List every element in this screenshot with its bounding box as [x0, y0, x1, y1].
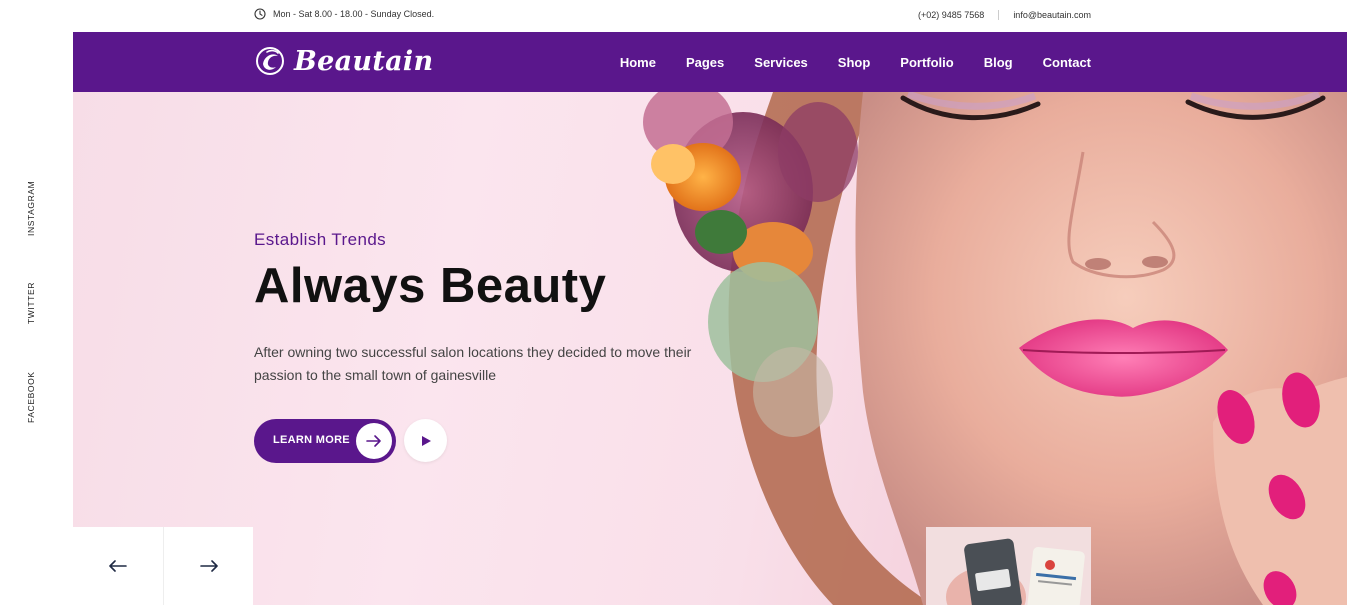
nav-item-home[interactable]: Home	[620, 55, 656, 70]
social-links: INSTAGRAM TWITTER FACEBOOK	[26, 0, 44, 605]
opening-hours: Mon - Sat 8.00 - 18.00 - Sunday Closed.	[254, 8, 434, 20]
nav-item-portfolio[interactable]: Portfolio	[900, 55, 953, 70]
main-navbar: Beautain Home Pages Services Shop Portfo…	[73, 32, 1347, 92]
phone-link[interactable]: (+02) 9485 7568	[918, 10, 984, 20]
nav-item-pages[interactable]: Pages	[686, 55, 724, 70]
arrow-right-icon	[356, 423, 392, 459]
skincare-products-image	[926, 527, 1091, 605]
twitter-link[interactable]: TWITTER	[26, 282, 36, 324]
divider	[998, 10, 1000, 20]
hero-headline: Always Beauty	[254, 259, 607, 313]
brand-name: Beautain	[294, 45, 434, 77]
logo-face-icon	[256, 47, 284, 75]
play-video-button[interactable]	[404, 419, 447, 462]
nav-item-blog[interactable]: Blog	[984, 55, 1013, 70]
learn-more-button[interactable]: LEARN MORE	[254, 419, 396, 463]
slider-next-button[interactable]	[163, 527, 253, 605]
slider-prev-button[interactable]	[73, 527, 163, 605]
product-thumbnail[interactable]	[926, 527, 1091, 605]
brand-logo[interactable]: Beautain	[254, 45, 433, 77]
slider-nav	[73, 527, 253, 605]
instagram-link[interactable]: INSTAGRAM	[26, 181, 36, 236]
arrow-left-icon	[109, 560, 127, 572]
facebook-link[interactable]: FACEBOOK	[26, 371, 36, 423]
arrow-right-icon	[199, 560, 218, 572]
email-link[interactable]: info@beautain.com	[1013, 10, 1091, 20]
learn-more-label: LEARN MORE	[273, 434, 350, 446]
clock-icon	[254, 8, 266, 20]
hours-text: Mon - Sat 8.00 - 18.00 - Sunday Closed.	[273, 9, 435, 19]
nav-item-contact[interactable]: Contact	[1043, 55, 1091, 70]
top-info-bar: Mon - Sat 8.00 - 18.00 - Sunday Closed. …	[0, 0, 1347, 32]
nav-item-services[interactable]: Services	[754, 55, 808, 70]
hero-section: Establish Trends Always Beauty After own…	[73, 92, 1347, 605]
hero-eyebrow: Establish Trends	[254, 230, 387, 249]
contact-info: (+02) 9485 7568 info@beautain.com	[918, 10, 1091, 20]
hero-description: After owning two successful salon locati…	[254, 344, 692, 383]
play-icon	[421, 435, 431, 446]
nav-item-shop[interactable]: Shop	[838, 55, 871, 70]
nav-menu: Home Pages Services Shop Portfolio Blog …	[620, 32, 1091, 92]
